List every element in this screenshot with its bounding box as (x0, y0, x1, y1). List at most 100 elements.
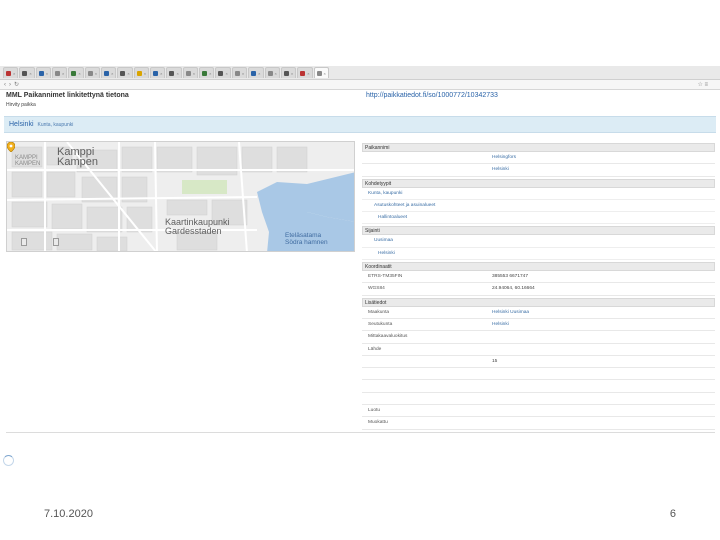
browser-tab[interactable]: × (52, 67, 68, 78)
browser-tab[interactable]: × (19, 67, 35, 78)
table-row: Luotu (362, 405, 715, 418)
tab-close-icon[interactable]: × (62, 71, 64, 76)
map-label-kaartinkaupunki: Kaartinkaupunki Gardesstaden (165, 217, 230, 236)
place-header-band: Helsinki Kunta, kaupunki (4, 116, 716, 133)
map-pin-icon[interactable] (7, 142, 15, 152)
address-bar: ‹ › ↻ ☆ ≡ (0, 80, 720, 90)
row-value[interactable]: Helsinki (492, 319, 509, 331)
row-key: Mittakaavaluokitus (368, 334, 408, 340)
tab-favicon-icon (55, 70, 61, 76)
tab-close-icon[interactable]: × (46, 71, 48, 76)
tab-close-icon[interactable]: × (13, 71, 15, 76)
tab-close-icon[interactable]: × (225, 71, 227, 76)
section-header: Koordinaatit (362, 262, 715, 272)
page-header: MML Paikannimet linkitettynä tietona Hir… (6, 92, 716, 112)
place-name: Helsinki (9, 121, 34, 128)
browser-tab[interactable]: × (280, 67, 297, 78)
tab-close-icon[interactable]: × (160, 71, 162, 76)
page-title: MML Paikannimet linkitettynä tietona (6, 92, 129, 99)
row-value[interactable]: Helsinki (492, 164, 509, 176)
tab-close-icon[interactable]: × (209, 71, 211, 76)
section-header: Kohdetyypit (362, 178, 715, 188)
tab-close-icon[interactable]: × (95, 71, 97, 76)
tab-close-icon[interactable]: × (193, 71, 195, 76)
tab-close-icon[interactable]: × (275, 71, 277, 76)
tab-favicon-icon (38, 70, 44, 76)
browser-tab[interactable]: × (117, 67, 133, 78)
tab-close-icon[interactable]: × (324, 71, 326, 76)
browser-tab[interactable]: × (313, 67, 329, 78)
table-row: Muokattu (362, 417, 715, 430)
back-arrow-icon[interactable]: ‹ (4, 82, 6, 88)
map-layer-button[interactable] (21, 238, 27, 246)
browser-tab[interactable]: × (248, 67, 264, 78)
browser-tab[interactable]: × (166, 67, 182, 78)
list-item[interactable]: Hallintoalueet (362, 212, 715, 225)
map[interactable]: KAMPPI KAMPEN Kamppi Kampen Kaartinkaupu… (6, 141, 355, 252)
breadcrumb[interactable]: Hirvity paikka (6, 102, 36, 108)
tab-favicon-icon (234, 70, 240, 76)
row-key: Seutukunta (368, 321, 393, 327)
map-label-etelasatama: Eteläsatama Södra hamnen (285, 232, 328, 246)
section-header: Lisätiedot (362, 297, 715, 307)
tab-favicon-icon (202, 70, 208, 76)
permalink[interactable]: http://paikkatiedot.fi/so/1000772/103427… (366, 92, 498, 99)
tab-favicon-icon (185, 70, 191, 76)
table-row (362, 368, 715, 381)
browser-tab[interactable]: × (101, 67, 117, 78)
table-row (362, 380, 715, 393)
tab-close-icon[interactable]: × (111, 71, 113, 76)
browser-tab[interactable]: × (3, 67, 19, 78)
loading-spinner-icon (3, 455, 14, 466)
browser-tab[interactable]: × (297, 67, 313, 78)
tab-close-icon[interactable]: × (176, 71, 178, 76)
tab-favicon-icon (71, 70, 77, 76)
browser-tab[interactable]: × (264, 67, 280, 78)
list-item[interactable]: Asutuskohteet ja asuinalueet (362, 200, 715, 213)
browser-tab[interactable]: × (182, 67, 199, 78)
tab-favicon-icon (316, 70, 322, 76)
row-key: Muokattu (368, 420, 388, 426)
map-layer-button[interactable] (53, 238, 59, 246)
tab-close-icon[interactable]: × (29, 71, 31, 76)
table-row: WGS84 24.94064, 60.16664 (362, 283, 715, 296)
tab-favicon-icon (22, 70, 28, 76)
browser-tab[interactable]: × (68, 67, 84, 78)
tab-close-icon[interactable]: × (307, 71, 309, 76)
table-row: 15 (362, 356, 715, 369)
tab-close-icon[interactable]: × (291, 71, 293, 76)
tab-favicon-icon (300, 70, 306, 76)
table-row: Helsingfors (362, 152, 715, 165)
forward-arrow-icon[interactable]: › (9, 82, 11, 88)
tab-close-icon[interactable]: × (242, 71, 244, 76)
place-type[interactable]: Kunta, kaupunki (38, 122, 74, 128)
list-item[interactable]: Kunta, kaupunki (362, 188, 715, 200)
browser-tab[interactable]: × (231, 67, 248, 78)
tab-close-icon[interactable]: × (78, 71, 80, 76)
tab-close-icon[interactable]: × (144, 71, 146, 76)
browser-tab[interactable]: × (84, 67, 101, 78)
tab-close-icon[interactable]: × (258, 71, 260, 76)
tab-favicon-icon (120, 70, 126, 76)
tab-favicon-icon (169, 70, 175, 76)
browser-tab[interactable]: × (35, 67, 52, 78)
list-item[interactable]: Uusimaa (362, 235, 715, 248)
table-row: Lähde (362, 344, 715, 356)
browser-tab[interactable]: × (199, 67, 215, 78)
browser-tab[interactable]: × (215, 67, 231, 78)
info-table: Paikannimi Helsingfors Helsinki Kohdetyypit… (362, 141, 715, 430)
row-value: 24.94064, 60.16664 (492, 286, 535, 292)
tab-favicon-icon (136, 70, 142, 76)
tab-close-icon[interactable]: × (127, 71, 129, 76)
list-item[interactable]: Helsinki (362, 248, 715, 261)
browser-tab[interactable]: × (133, 67, 150, 78)
row-value[interactable]: Helsinki Uusimaa (492, 307, 529, 319)
row-value: 385553 6671747 (492, 274, 529, 280)
reload-icon[interactable]: ↻ (14, 81, 19, 88)
star-icon[interactable]: ☆ ≡ (697, 81, 708, 88)
browser-tab[interactable]: × (150, 67, 166, 78)
row-key: ETRS-TM35FIN (368, 274, 403, 280)
tab-favicon-icon (104, 70, 110, 76)
row-value[interactable]: Helsingfors (492, 152, 516, 164)
tab-favicon-icon (251, 70, 257, 76)
